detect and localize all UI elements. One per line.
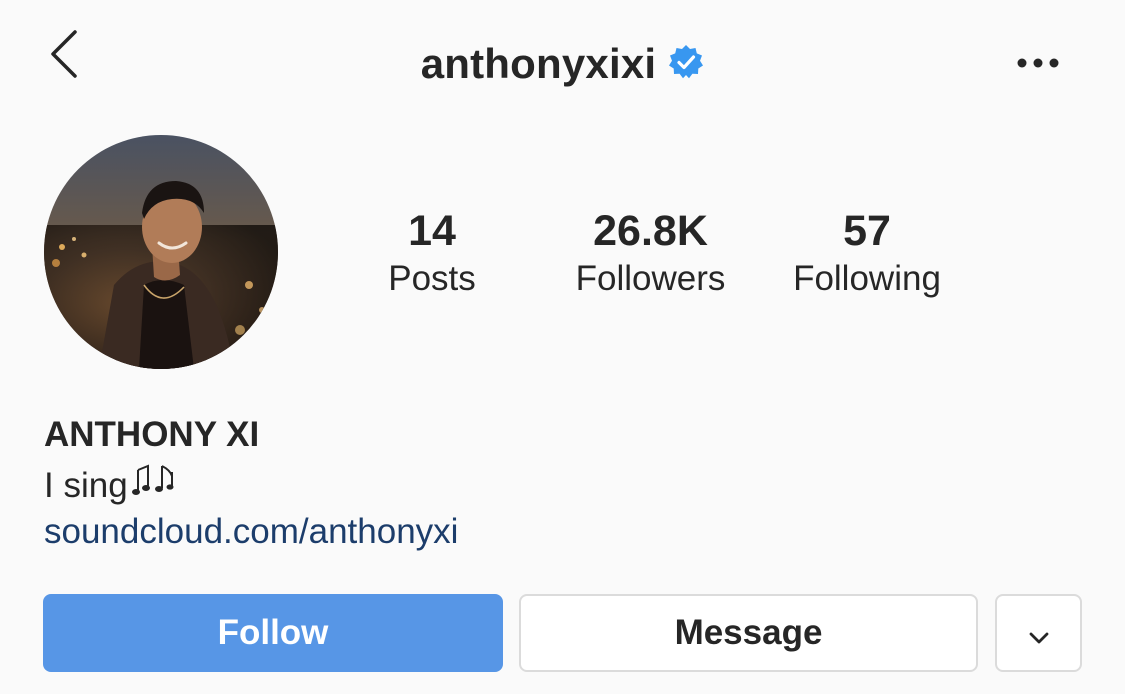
following-value: 57 bbox=[843, 207, 891, 255]
display-name: ANTHONY XI bbox=[44, 415, 260, 454]
message-button[interactable]: Message bbox=[519, 594, 978, 672]
username-title: anthonyxixi bbox=[420, 40, 657, 87]
chevron-down-icon bbox=[1029, 613, 1049, 653]
back-button[interactable] bbox=[40, 28, 88, 84]
posts-value: 14 bbox=[408, 207, 456, 255]
bio-text-row: I sing bbox=[44, 462, 180, 509]
musical-notes-icon bbox=[131, 462, 180, 509]
following-count[interactable]: 57 Following bbox=[772, 205, 962, 301]
profile-avatar[interactable] bbox=[44, 135, 278, 369]
profile-link[interactable]: soundcloud.com/anthonyxi bbox=[44, 510, 458, 554]
posts-label: Posts bbox=[388, 259, 476, 298]
more-horizontal-icon bbox=[1017, 55, 1059, 73]
verified-badge-icon bbox=[668, 44, 704, 85]
bio-text: I sing bbox=[44, 465, 128, 505]
suggested-accounts-button[interactable] bbox=[995, 594, 1082, 672]
posts-count[interactable]: 14 Posts bbox=[372, 205, 492, 301]
follow-button[interactable]: Follow bbox=[43, 594, 503, 672]
followers-count[interactable]: 26.8K Followers bbox=[548, 205, 753, 301]
followers-label: Followers bbox=[575, 259, 726, 298]
more-options-button[interactable] bbox=[1008, 44, 1068, 84]
chevron-left-icon bbox=[49, 29, 79, 84]
following-label: Following bbox=[793, 259, 941, 298]
header-title: anthonyxixi bbox=[0, 36, 1125, 92]
profile-page: anthonyxixi 14 Posts 26.8K Followers 57 … bbox=[0, 0, 1125, 694]
followers-value: 26.8K bbox=[593, 207, 708, 255]
